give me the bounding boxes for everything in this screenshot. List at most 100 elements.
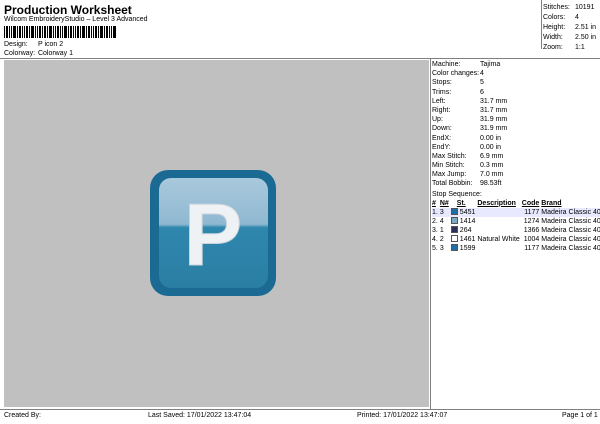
info-row: EndY: 0.00 in bbox=[432, 143, 598, 152]
table-header-row: # N# St. Description Code Brand bbox=[432, 199, 600, 208]
needle-number: 3 bbox=[439, 208, 444, 216]
stat-value: 2.51 in bbox=[575, 24, 597, 31]
col-header: Brand bbox=[541, 199, 562, 207]
thread-description bbox=[477, 217, 521, 226]
info-value: 98.53ft bbox=[480, 180, 502, 188]
design-value: P icon 2 bbox=[37, 41, 64, 48]
thread-code: 1177 bbox=[524, 208, 540, 216]
stat-colors: Colors: 4 bbox=[543, 13, 596, 23]
info-row: Max Stitch: 6.9 mm bbox=[432, 152, 598, 161]
col-header: Code bbox=[521, 199, 540, 207]
info-row: Color changes:4 bbox=[432, 69, 598, 78]
thread-description bbox=[477, 208, 521, 217]
stitch-count: 264 bbox=[450, 226, 478, 235]
info-value: 7.0 mm bbox=[480, 171, 504, 179]
info-label: Down: bbox=[432, 125, 452, 133]
info-row: Up: 31.9 mm bbox=[432, 115, 598, 124]
info-label: Color changes: bbox=[432, 70, 480, 78]
col-header: St. bbox=[456, 199, 466, 207]
info-value: 31.7 mm bbox=[480, 106, 508, 114]
col-header: N# bbox=[439, 199, 449, 207]
row-number: 5. bbox=[432, 244, 438, 252]
info-value: 0.00 in bbox=[480, 143, 502, 151]
thread-description bbox=[477, 226, 521, 235]
thread-color-swatch bbox=[450, 217, 458, 225]
row-number: 1. bbox=[432, 208, 438, 216]
info-value: 0.3 mm bbox=[480, 162, 504, 170]
thread-brand: Madeira Classic 40 bbox=[541, 217, 600, 225]
stat-label: Width: bbox=[543, 34, 563, 41]
info-row: Down: 31.9 mm bbox=[432, 124, 598, 133]
table-row: 4. 2 1461 Natural White 1004 Madeira Classic … bbox=[432, 235, 600, 244]
stitch-count-value: 5451 bbox=[459, 208, 476, 216]
info-row: Right: 31.7 mm bbox=[432, 106, 598, 115]
info-row: EndX: 0.00 in bbox=[432, 134, 598, 143]
thread-code: 1177 bbox=[524, 244, 540, 252]
machine-info-panel: Machine: Tajima Color changes:4 Stops: 5 T… bbox=[432, 60, 600, 253]
info-label: Trims: bbox=[432, 88, 452, 96]
design-preview: P bbox=[150, 170, 276, 296]
stitch-count: 1599 bbox=[450, 244, 478, 253]
stitch-count: 1461 bbox=[450, 235, 478, 244]
row-number: 3. bbox=[432, 226, 438, 234]
stitch-count-value: 1461 bbox=[459, 235, 476, 243]
info-label: Total Bobbin: bbox=[432, 180, 473, 188]
thread-description: Natural White bbox=[477, 235, 520, 243]
thread-code: 1004 bbox=[523, 235, 540, 243]
stat-label: Zoom: bbox=[543, 44, 563, 51]
info-label: Stops: bbox=[432, 79, 452, 87]
info-label: EndY: bbox=[432, 143, 451, 151]
info-value: 31.9 mm bbox=[480, 125, 508, 133]
stat-value: 4 bbox=[575, 14, 579, 21]
info-label: Left: bbox=[432, 97, 446, 105]
table-row: 1. 3 5451 1177 Madeira Classic 40 bbox=[432, 207, 600, 217]
stat-value: 10191 bbox=[575, 4, 595, 11]
info-row: Left: 31.7 mm bbox=[432, 97, 598, 106]
info-value: 5 bbox=[480, 79, 484, 87]
info-row: Stops: 5 bbox=[432, 78, 598, 87]
stat-stitches: Stitches: 10191 bbox=[543, 3, 596, 13]
thread-color-swatch bbox=[450, 226, 458, 234]
stitch-count-value: 264 bbox=[459, 226, 472, 234]
info-label: Up: bbox=[432, 116, 443, 124]
design-label: Design: bbox=[4, 41, 28, 48]
footer-divider bbox=[0, 409, 600, 410]
info-row: Trims: 6 bbox=[432, 88, 598, 97]
info-value: 0.00 in bbox=[480, 134, 502, 142]
colorway-value: Colorway 1 bbox=[37, 50, 73, 57]
info-label: Max Jump: bbox=[432, 171, 467, 179]
stat-zoom: Zoom: 1:1 bbox=[543, 43, 596, 53]
info-label: Max Stitch: bbox=[432, 152, 467, 160]
table-row: 3. 1 264 1366 Madeira Classic 40 bbox=[432, 226, 600, 235]
design-row: Design: P icon 2 bbox=[4, 41, 63, 48]
stat-value: 2.50 in bbox=[575, 34, 597, 41]
thread-code: 1274 bbox=[523, 217, 540, 225]
stat-width: Width: 2.50 in bbox=[543, 33, 596, 43]
needle-number: 4 bbox=[439, 217, 444, 225]
info-row: Min Stitch: 0.3 mm bbox=[432, 161, 598, 170]
thread-color-swatch bbox=[450, 235, 458, 243]
info-row: Total Bobbin: 98.53ft bbox=[432, 179, 598, 188]
thread-brand: Madeira Classic 40 bbox=[541, 208, 600, 216]
colorway-label: Colorway: bbox=[4, 50, 36, 57]
needle-number: 3 bbox=[439, 244, 444, 252]
info-value: 4 bbox=[480, 70, 484, 78]
thread-brand: Madeira Classic 40 bbox=[541, 244, 600, 252]
info-value: 6 bbox=[480, 88, 484, 96]
info-value: 31.9 mm bbox=[480, 116, 508, 124]
info-label: Machine: bbox=[432, 61, 461, 68]
footer-printed: Printed: 17/01/2022 13:47:07 bbox=[357, 412, 448, 419]
stop-sequence-title: Stop Sequence: bbox=[432, 190, 482, 198]
needle-number: 2 bbox=[439, 235, 444, 243]
row-number: 2. bbox=[432, 217, 438, 225]
thread-brand: Madeira Classic 40 bbox=[541, 226, 600, 234]
info-value: 31.7 mm bbox=[480, 97, 508, 105]
stat-value: 1:1 bbox=[575, 44, 585, 51]
info-divider bbox=[430, 59, 431, 409]
stop-sequence-table: # N# St. Description Code Brand 1. 3 5451 1… bbox=[432, 199, 600, 253]
info-value: 6.9 mm bbox=[480, 152, 504, 160]
info-label: Min Stitch: bbox=[432, 162, 465, 170]
needle-number: 1 bbox=[439, 226, 444, 234]
stitch-count-value: 1414 bbox=[459, 217, 476, 225]
header-divider bbox=[0, 58, 600, 59]
